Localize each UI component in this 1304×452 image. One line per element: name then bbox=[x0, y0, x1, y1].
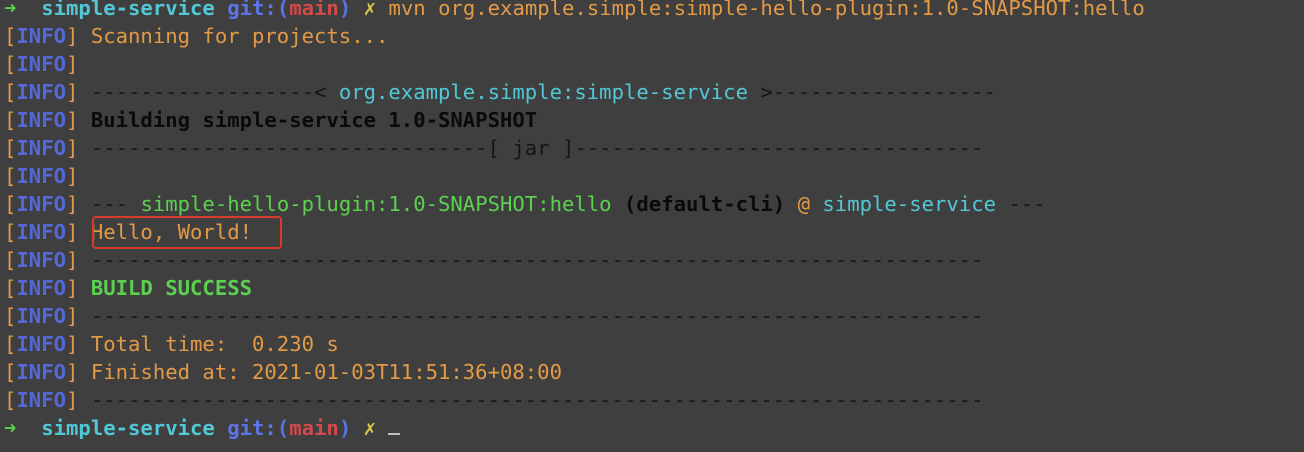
command-prompt-line: ➜ simple-service git:(main) ✗ mvn org.ex… bbox=[4, 0, 1157, 23]
log-line: [INFO] Building simple-service 1.0-SNAPS… bbox=[4, 107, 537, 135]
highlight-annotation bbox=[92, 216, 282, 249]
info-level: INFO bbox=[16, 24, 67, 48]
command-prompt-line: ➜ simple-service git:(main) ✗ bbox=[4, 415, 401, 443]
plugin-goal: simple-hello-plugin:1.0-SNAPSHOT:hello bbox=[140, 192, 612, 216]
info-bracket-open: [ bbox=[4, 360, 17, 384]
info-bracket-open: [ bbox=[4, 52, 17, 76]
total-time: Total time: 0.230 s bbox=[90, 332, 339, 356]
info-bracket-close: ] bbox=[66, 80, 79, 104]
dash-separator: ----------------------------------------… bbox=[90, 388, 984, 412]
info-level: INFO bbox=[16, 136, 67, 160]
info-bracket-close: ] bbox=[66, 360, 79, 384]
info-level: INFO bbox=[16, 332, 67, 356]
info-bracket-open: [ bbox=[4, 304, 17, 328]
terminal-window[interactable]: ➜ simple-service git:(main) ✗ mvn org.ex… bbox=[0, 0, 1304, 452]
plugin-execution-id: (default-cli) bbox=[624, 192, 786, 216]
info-bracket-open: [ bbox=[4, 388, 17, 412]
project-id: org.example.simple:simple-service bbox=[338, 80, 748, 104]
info-bracket-open: [ bbox=[4, 332, 17, 356]
info-level: INFO bbox=[16, 192, 67, 216]
prompt-arrow-icon: ➜ bbox=[4, 0, 17, 20]
info-bracket-open: [ bbox=[4, 24, 17, 48]
jar-separator: --------------------------------[ jar ]-… bbox=[90, 136, 984, 160]
command-text: mvn org.example.simple:simple-hello-plug… bbox=[388, 0, 1158, 20]
prompt-branch-open: ( bbox=[276, 0, 290, 20]
building-text: Building simple-service 1.0-SNAPSHOT bbox=[90, 108, 538, 132]
prompt-branch: main bbox=[289, 416, 339, 440]
log-line: [INFO] bbox=[4, 51, 78, 79]
prompt-dirty-icon: ✗ bbox=[363, 416, 377, 440]
info-level: INFO bbox=[16, 220, 67, 244]
info-bracket-open: [ bbox=[4, 80, 17, 104]
dash-separator: ----------------------------------------… bbox=[90, 248, 984, 272]
prompt-branch-open: ( bbox=[276, 416, 290, 440]
prompt-branch: main bbox=[289, 0, 339, 20]
info-level: INFO bbox=[16, 388, 67, 412]
info-level: INFO bbox=[16, 164, 67, 188]
prompt-git-label: git: bbox=[227, 0, 277, 20]
info-bracket-close: ] bbox=[66, 332, 79, 356]
log-line: [INFO] --------------------------------[… bbox=[4, 135, 984, 163]
log-line: [INFO] ------------------< org.example.s… bbox=[4, 79, 996, 107]
cursor-icon[interactable] bbox=[388, 417, 401, 435]
info-bracket-close: ] bbox=[66, 164, 79, 188]
info-bracket-open: [ bbox=[4, 136, 17, 160]
build-success: BUILD SUCCESS bbox=[90, 276, 253, 300]
info-bracket-open: [ bbox=[4, 220, 17, 244]
plugin-suffix: --- bbox=[996, 192, 1046, 216]
log-line: [INFO] ---------------------------------… bbox=[4, 303, 984, 331]
info-bracket-close: ] bbox=[66, 276, 79, 300]
info-bracket-open: [ bbox=[4, 276, 17, 300]
log-line: [INFO] Scanning for projects... bbox=[4, 23, 388, 51]
info-bracket-close: ] bbox=[66, 192, 79, 216]
info-bracket-close: ] bbox=[66, 24, 79, 48]
log-line: [INFO] Total time: 0.230 s bbox=[4, 331, 339, 359]
info-bracket-open: [ bbox=[4, 248, 17, 272]
prompt-directory: simple-service bbox=[41, 416, 215, 440]
prompt-git-label: git: bbox=[227, 416, 277, 440]
info-level: INFO bbox=[16, 52, 67, 76]
info-bracket-close: ] bbox=[66, 388, 79, 412]
log-line: [INFO] BUILD SUCCESS bbox=[4, 275, 252, 303]
prompt-arrow-icon: ➜ bbox=[4, 416, 17, 440]
info-level: INFO bbox=[16, 248, 67, 272]
prompt-branch-close: ) bbox=[338, 416, 352, 440]
plugin-at: @ bbox=[797, 192, 810, 216]
finished-at: Finished at: 2021-01-03T11:51:36+08:00 bbox=[90, 360, 562, 384]
log-line: [INFO] Finished at: 2021-01-03T11:51:36+… bbox=[4, 359, 562, 387]
info-bracket-close: ] bbox=[66, 304, 79, 328]
log-line: [INFO] ---------------------------------… bbox=[4, 247, 984, 275]
plugin-prefix: --- bbox=[90, 192, 141, 216]
info-bracket-open: [ bbox=[4, 192, 17, 216]
dash-separator: ----------------------------------------… bbox=[90, 304, 984, 328]
info-bracket-close: ] bbox=[66, 248, 79, 272]
prompt-branch-close: ) bbox=[338, 0, 352, 20]
log-line: [INFO] bbox=[4, 163, 78, 191]
info-level: INFO bbox=[16, 276, 67, 300]
info-bracket-open: [ bbox=[4, 164, 17, 188]
info-level: INFO bbox=[16, 304, 67, 328]
log-line: [INFO] --- simple-hello-plugin:1.0-SNAPS… bbox=[4, 191, 1046, 219]
prompt-dirty-icon: ✗ bbox=[363, 0, 377, 20]
log-line: [INFO] ---------------------------------… bbox=[4, 387, 984, 415]
info-bracket-open: [ bbox=[4, 108, 17, 132]
info-bracket-close: ] bbox=[66, 108, 79, 132]
info-bracket-close: ] bbox=[66, 220, 79, 244]
prompt-directory: simple-service bbox=[41, 0, 215, 20]
separator-right: >------------------ bbox=[747, 80, 996, 104]
plugin-project: simple-service bbox=[822, 192, 996, 216]
log-scanning: Scanning for projects... bbox=[90, 24, 389, 48]
info-level: INFO bbox=[16, 80, 67, 104]
separator-left: ------------------< bbox=[90, 80, 339, 104]
info-bracket-close: ] bbox=[66, 52, 79, 76]
info-level: INFO bbox=[16, 360, 67, 384]
info-bracket-close: ] bbox=[66, 136, 79, 160]
info-level: INFO bbox=[16, 108, 67, 132]
